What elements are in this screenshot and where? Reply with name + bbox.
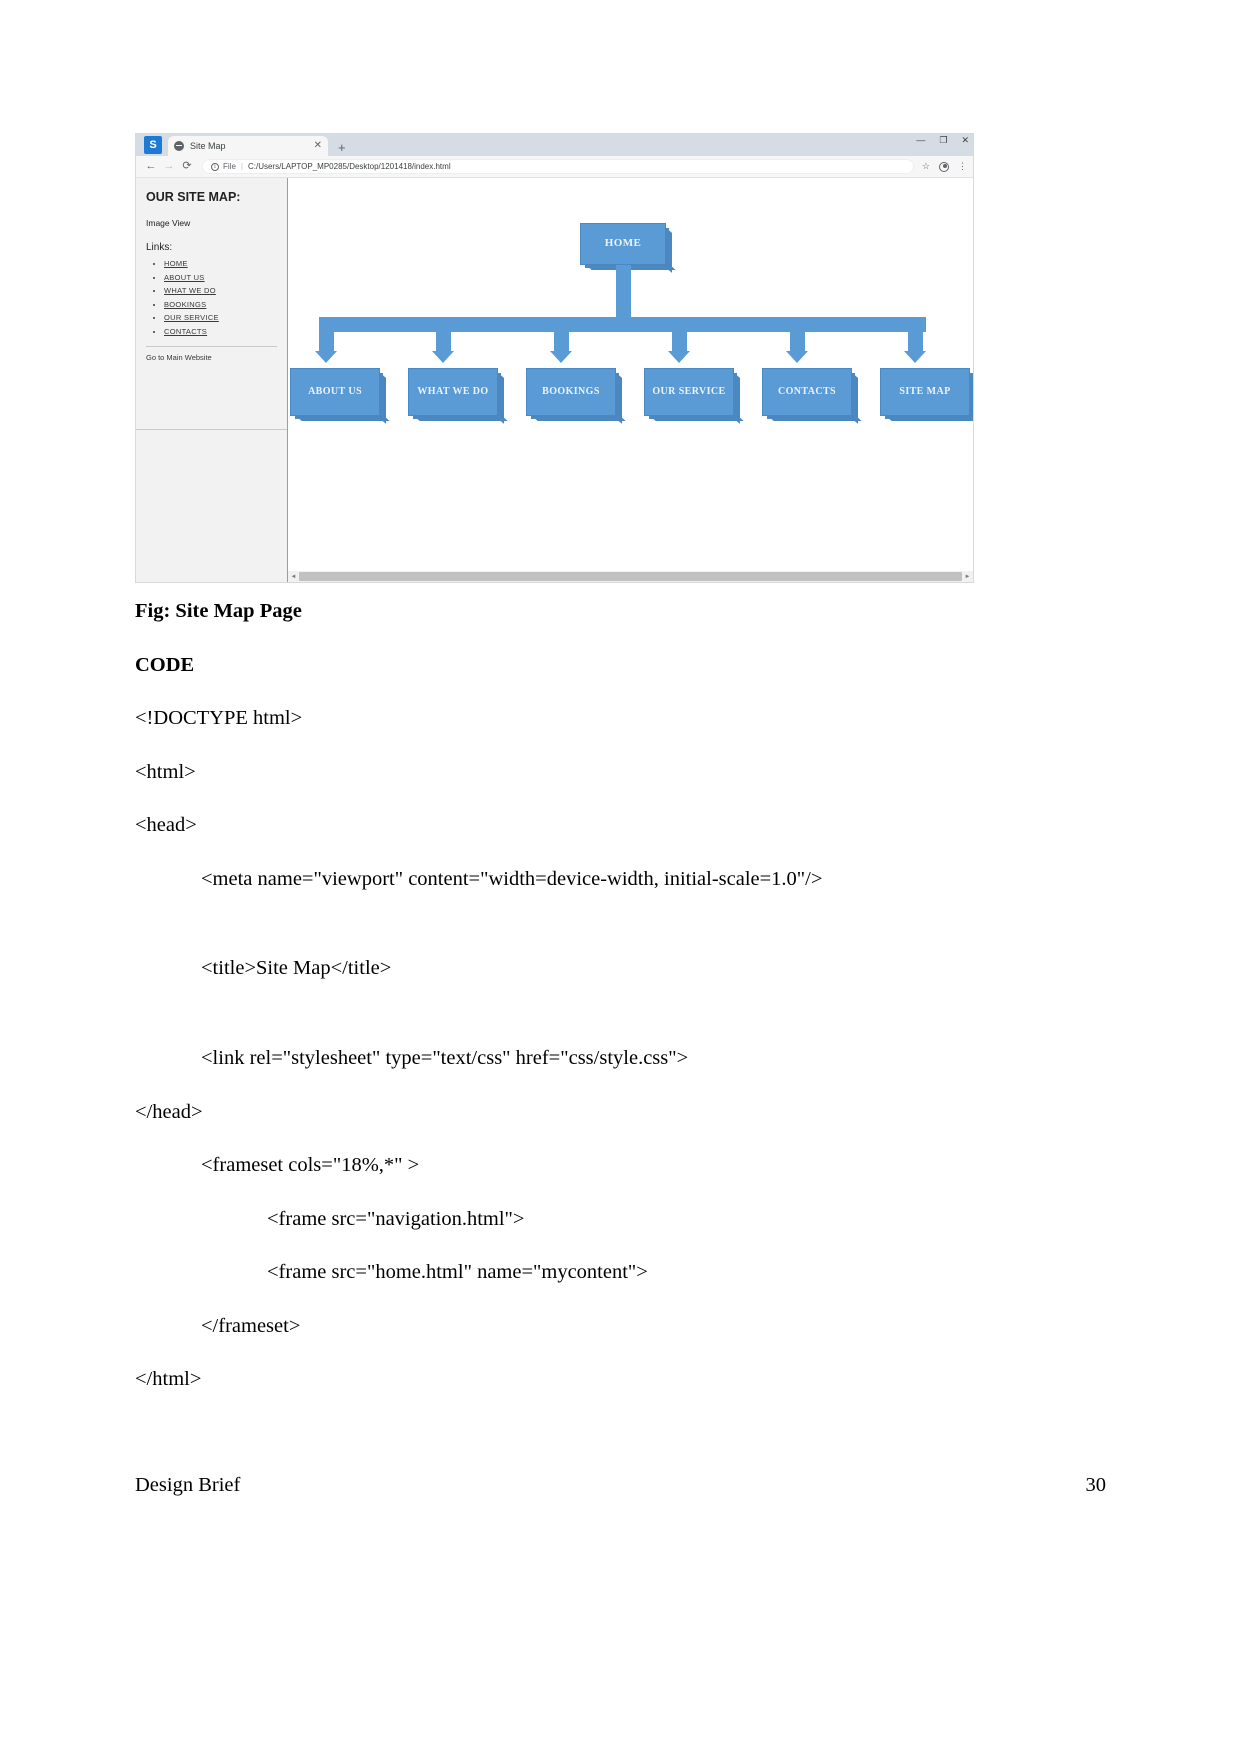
code-line: </frameset> [201, 1314, 301, 1337]
scroll-right-arrow-icon[interactable]: ► [962, 574, 973, 580]
figure-caption: Fig: Site Map Page [135, 600, 302, 622]
maximize-icon[interactable]: ❐ [939, 136, 947, 145]
sitemap-diagram: HOME ABOUT US WHAT WE DO BOOKINGS OUR SE… [288, 178, 973, 582]
sidebar-item-our-service[interactable]: OUR SERVICE [164, 313, 219, 322]
new-tab-button[interactable]: + [338, 141, 346, 154]
scrollbar-thumb[interactable] [299, 572, 962, 581]
close-window-icon[interactable]: ✕ [961, 136, 969, 145]
browser-tab[interactable]: Site Map ✕ [168, 136, 328, 156]
list-item[interactable]: ABOUT US [164, 273, 277, 282]
code-line: <frame src="home.html" name="mycontent"> [267, 1261, 648, 1284]
connector-drop-1 [319, 317, 334, 351]
arrow-head-3 [550, 351, 572, 363]
address-bar[interactable]: i File | C:/Users/LAPTOP_MP0285/Desktop/… [202, 159, 914, 174]
tab-title: Site Map [190, 141, 226, 151]
code-heading: CODE [135, 653, 195, 676]
scroll-left-arrow-icon[interactable]: ◄ [288, 574, 299, 580]
connector-drop-6 [908, 317, 923, 351]
globe-icon [174, 141, 184, 151]
code-line: <meta name="viewport" content="width=dev… [201, 867, 823, 890]
browser-toolbar: ← → ⟳ i File | C:/Users/LAPTOP_MP0285/De… [136, 156, 973, 178]
sitemap-node-contacts[interactable]: CONTACTS [762, 368, 852, 416]
address-separator: | [240, 162, 243, 171]
address-url: C:/Users/LAPTOP_MP0285/Desktop/1201418/i… [247, 162, 451, 171]
close-icon[interactable]: ✕ [314, 141, 322, 151]
sitemap-node-about-us[interactable]: ABOUT US [290, 368, 380, 416]
sidebar-divider [146, 345, 277, 347]
avatar[interactable] [939, 161, 949, 172]
connector-drop-3 [554, 317, 569, 351]
go-to-main-website-link[interactable]: Go to Main Website [146, 353, 277, 362]
arrow-head-2 [432, 351, 454, 363]
code-line: <frameset cols="18%,*" > [201, 1154, 420, 1177]
code-line: <html> [135, 760, 196, 783]
list-item[interactable]: HOME [164, 259, 277, 268]
code-line: <title>Site Map</title> [201, 957, 392, 980]
window-controls: — ❐ ✕ [916, 136, 969, 145]
sitemap-node-bookings[interactable]: BOOKINGS [526, 368, 616, 416]
connector-drop-2 [436, 317, 451, 351]
file-scheme-label: File [223, 162, 236, 171]
reload-icon[interactable]: ⟳ [178, 161, 196, 172]
forward-icon[interactable]: → [160, 161, 178, 172]
page-viewport: OUR SITE MAP: Image View Links: HOME ABO… [136, 178, 973, 582]
sidebar-link-list: HOME ABOUT US WHAT WE DO BOOKINGS OUR SE… [150, 259, 277, 336]
sitemap-node-home[interactable]: HOME [580, 223, 666, 265]
code-line: </html> [135, 1368, 202, 1391]
list-item[interactable]: CONTACTS [164, 327, 277, 336]
sidebar-item-home[interactable]: HOME [164, 259, 188, 268]
back-icon[interactable]: ← [142, 161, 160, 172]
toolbar-right-actions: ☆ ⋮ [922, 161, 967, 172]
code-line: </head> [135, 1100, 203, 1123]
sitemap-node-site-map[interactable]: SITE MAP [880, 368, 970, 416]
browser-window-screenshot: S Site Map ✕ + — ❐ ✕ ← → ⟳ i File | C:/U… [135, 133, 974, 583]
code-line: <head> [135, 814, 197, 837]
list-item[interactable]: OUR SERVICE [164, 313, 277, 322]
sidebar-item-what-we-do[interactable]: WHAT WE DO [164, 286, 216, 295]
page-footer: Design Brief 30 [135, 1474, 1106, 1497]
sidebar-item-about-us[interactable]: ABOUT US [164, 273, 205, 282]
arrow-head-6 [904, 351, 926, 363]
arrow-head-4 [668, 351, 690, 363]
content-frame: HOME ABOUT US WHAT WE DO BOOKINGS OUR SE… [288, 178, 973, 582]
connector-horizontal-bus [319, 317, 926, 332]
sidebar-item-bookings[interactable]: BOOKINGS [164, 300, 206, 309]
code-line: <link rel="stylesheet" type="text/css" h… [201, 1046, 689, 1069]
connector-root-stem [616, 265, 631, 317]
code-line: <frame src="navigation.html"> [267, 1207, 525, 1230]
arrow-head-5 [786, 351, 808, 363]
page-number: 30 [1085, 1474, 1107, 1496]
info-icon: i [211, 162, 219, 171]
list-item[interactable]: WHAT WE DO [164, 286, 277, 295]
connector-drop-5 [790, 317, 805, 351]
arrow-head-1 [315, 351, 337, 363]
document-body: Fig: Site Map Page CODE <!DOCTYPE html> … [135, 600, 1125, 1422]
app-badge-icon: S [144, 136, 162, 154]
code-line: <!DOCTYPE html> [135, 707, 303, 730]
browser-tab-strip: S Site Map ✕ + — ❐ ✕ [136, 134, 973, 156]
sitemap-node-what-we-do[interactable]: WHAT WE DO [408, 368, 498, 416]
footer-left-text: Design Brief [135, 1474, 241, 1496]
image-view-label: Image View [146, 218, 191, 228]
navigation-frame: OUR SITE MAP: Image View Links: HOME ABO… [136, 178, 288, 582]
page-title: OUR SITE MAP: [146, 190, 241, 204]
sidebar-bottom-divider [136, 429, 287, 430]
connector-drop-4 [672, 317, 687, 351]
sitemap-node-our-service[interactable]: OUR SERVICE [644, 368, 734, 416]
kebab-menu-icon[interactable]: ⋮ [958, 162, 967, 171]
bookmark-star-icon[interactable]: ☆ [922, 162, 930, 171]
horizontal-scrollbar[interactable]: ◄ ► [288, 571, 973, 582]
links-label: Links: [146, 242, 173, 253]
sidebar-item-contacts[interactable]: CONTACTS [164, 327, 207, 336]
minimize-icon[interactable]: — [916, 136, 925, 145]
list-item[interactable]: BOOKINGS [164, 300, 277, 309]
